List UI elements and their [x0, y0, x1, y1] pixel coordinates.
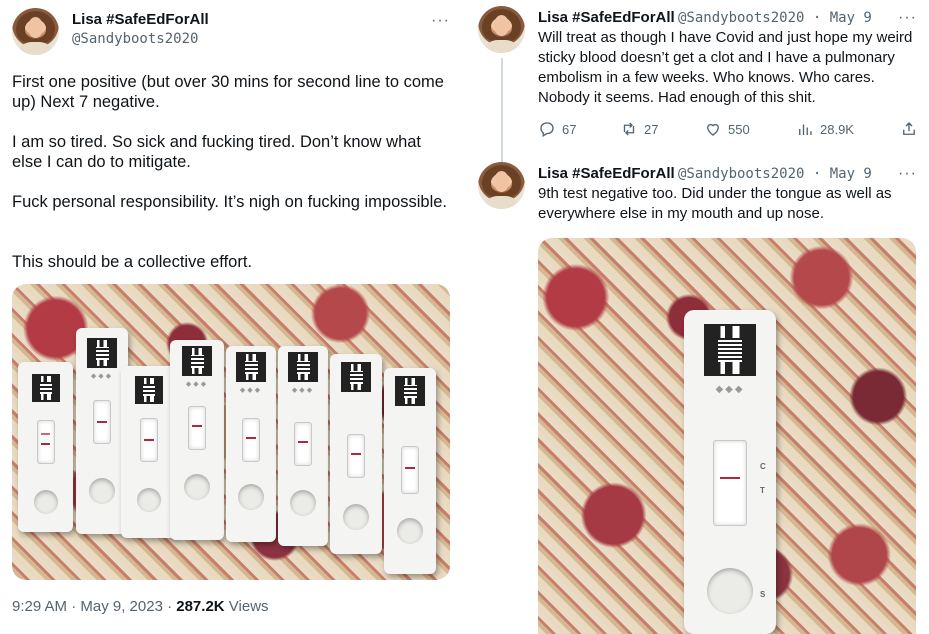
author-handle[interactable]: @Sandyboots2020 [72, 31, 198, 47]
retweet-button[interactable]: 27 [620, 120, 658, 138]
author-name[interactable]: Lisa #SafeEdForAll [72, 11, 209, 28]
avatar[interactable] [12, 8, 59, 55]
tweet-text: 9th test negative too. Did under the ton… [538, 185, 896, 222]
tweet-paragraph: First one positive (but over 30 mins for… [12, 73, 449, 111]
more-icon[interactable]: ··· [898, 9, 917, 27]
author-name[interactable]: Lisa #SafeEdForAll [538, 9, 675, 26]
like-button[interactable]: 550 [704, 120, 750, 138]
author-handle-date[interactable]: @Sandyboots2020 · May 9 [678, 166, 872, 182]
views-count: 287.2K [176, 598, 225, 615]
views-button[interactable]: 28.9K [796, 120, 854, 138]
tweet-paragraph: This should be a collective effort. [12, 253, 252, 271]
test-cassette [330, 354, 382, 554]
more-icon[interactable]: ··· [431, 12, 450, 30]
test-cassette [384, 368, 436, 574]
retweet-count: 27 [644, 121, 659, 137]
tweet-actions: 67 27 550 28.9K [538, 120, 918, 140]
test-cassette: ◆◆◆ [226, 346, 276, 542]
more-icon[interactable]: ··· [898, 165, 917, 183]
tweet-paragraph: Fuck personal responsibility. It’s nigh … [12, 193, 448, 211]
test-cassette [18, 362, 73, 532]
share-button[interactable] [900, 120, 918, 138]
tweet-text: Will treat as though I have Covid and ju… [538, 29, 917, 106]
test-cassette [121, 366, 177, 538]
thread-connector [501, 58, 503, 162]
views-icon [799, 124, 812, 135]
test-cassette: ◆◆◆ [170, 340, 224, 540]
views-count: 28.9K [820, 121, 854, 137]
reply-icon [540, 122, 554, 137]
avatar[interactable] [478, 6, 525, 53]
author-name[interactable]: Lisa #SafeEdForAll [538, 165, 675, 182]
tweet-photo[interactable]: ◆◆◆ ◆◆◆ ◆◆◆ ◆◆◆ [12, 284, 450, 580]
tweet-paragraph: I am so tired. So sick and fucking tired… [12, 133, 426, 171]
tweet-photo[interactable]: ◆◆◆ C T S [538, 238, 916, 634]
views-label: Views [224, 598, 269, 615]
test-cassette: ◆◆◆ C T S [684, 310, 776, 634]
like-count: 550 [728, 121, 750, 137]
tweet-timestamp[interactable]: 9:29 AM · May 9, 2023 · 287.2K Views [12, 598, 269, 615]
avatar[interactable] [478, 162, 525, 209]
reply-count: 67 [562, 121, 577, 137]
retweet-icon [623, 122, 635, 136]
author-handle-date[interactable]: @Sandyboots2020 · May 9 [678, 10, 872, 26]
like-icon [707, 123, 719, 136]
share-icon [903, 122, 915, 135]
reply-button[interactable]: 67 [538, 120, 576, 138]
test-cassette: ◆◆◆ [278, 346, 328, 546]
timestamp-text[interactable]: 9:29 AM · May 9, 2023 · [12, 598, 176, 615]
